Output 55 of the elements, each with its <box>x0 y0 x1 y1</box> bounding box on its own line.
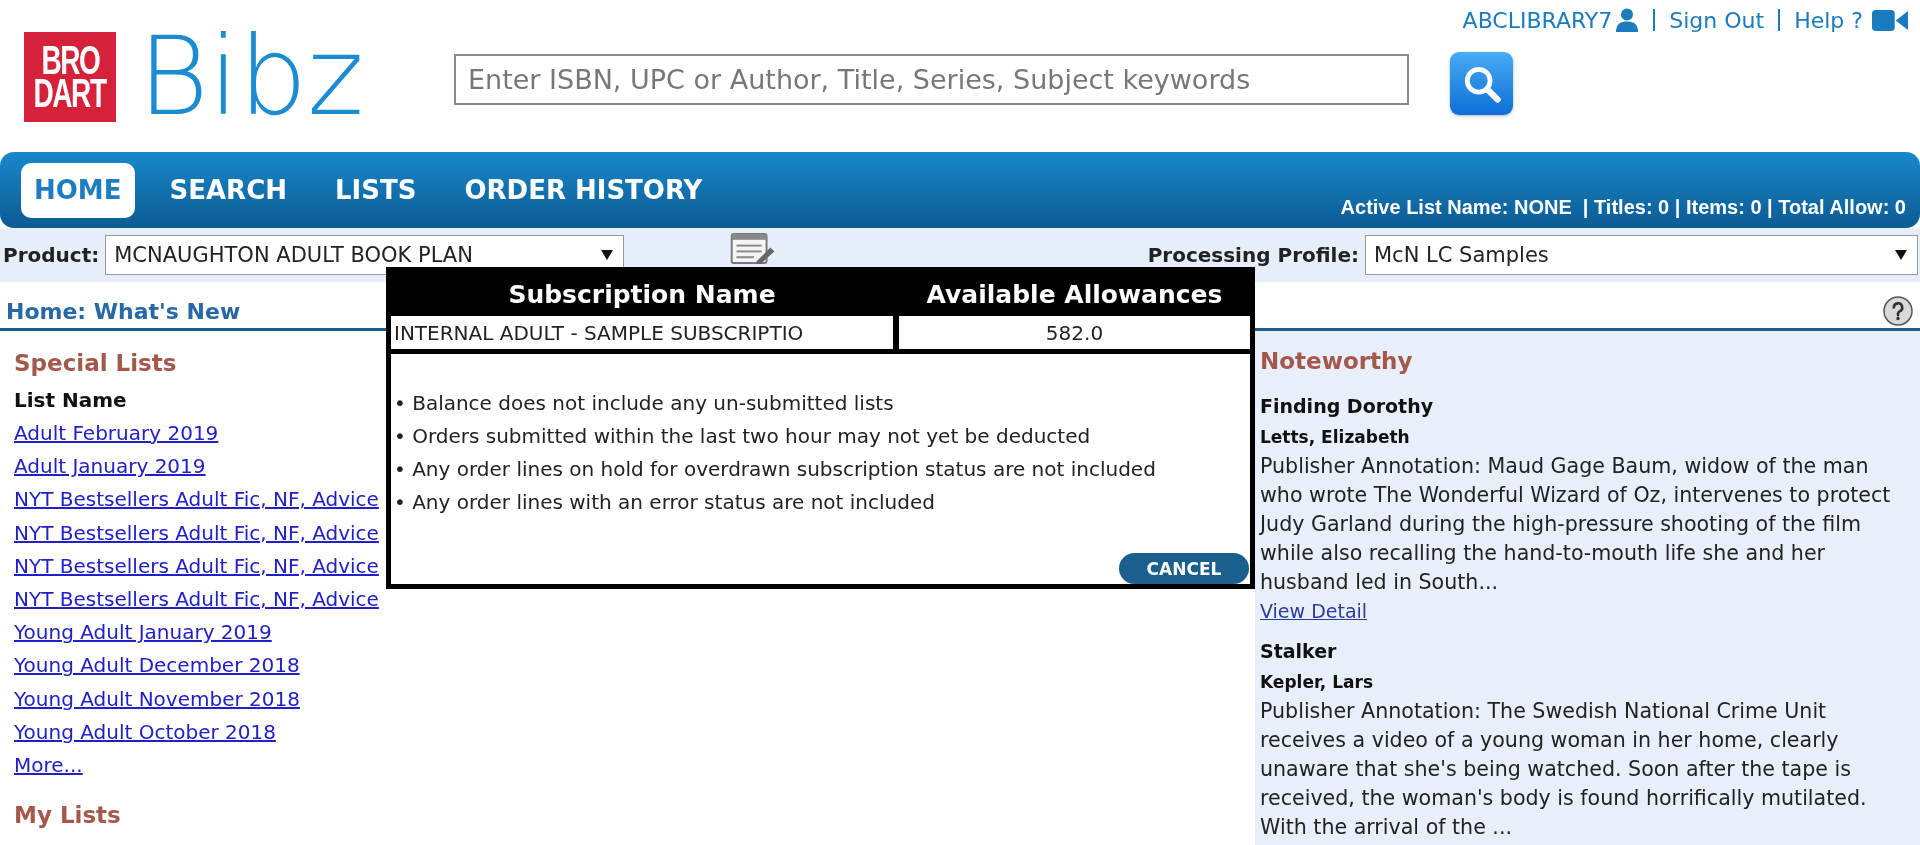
book-title: Finding Dorothy <box>1260 394 1434 419</box>
active-list-summary: Active List Name: NONE | Titles: 0 | Items: 0 | Total Allow: 0 <box>1340 196 1906 219</box>
cancel-button[interactable]: CANCEL <box>1119 553 1249 584</box>
list-link[interactable]: Young Adult December 2018 <box>14 649 300 683</box>
notepad-icon[interactable] <box>730 233 777 264</box>
view-detail-link[interactable]: View Detail <box>1260 597 1368 626</box>
note-text: • Any order lines with an error status are not included <box>394 489 935 516</box>
table-cell: 582.0 <box>899 316 1250 349</box>
list-link[interactable]: NYT Bestsellers Adult Fic, NF, Advice <box>14 583 379 617</box>
annotation-text: Publisher Annotation: The Swedish National Crime Unit receives a video of a young woman in her home, clearly unaware that she's being watched. Soon after the tape is received, the woman's body is found horrifically mutilated. With the arrival of the ... <box>1260 698 1868 841</box>
note-text: • Orders submitted within the last two hour may not yet be deducted <box>394 423 1091 450</box>
section-title: Special Lists <box>14 349 177 378</box>
note-text: • Balance does not include any un-submitted lists <box>394 390 894 417</box>
section-title: My Lists <box>14 801 121 831</box>
book-title: Stalker <box>1260 639 1337 664</box>
caret-icon <box>1895 250 1907 260</box>
search-icon <box>1462 64 1501 103</box>
list-link[interactable]: Young Adult October 2018 <box>14 715 276 750</box>
nav-tab[interactable]: LISTS <box>322 163 430 218</box>
note-text: • Any order lines on hold for overdrawn subscription status are not included <box>394 456 1156 483</box>
person-icon <box>1615 8 1640 32</box>
sign-out-link[interactable]: Sign Out <box>1669 7 1765 33</box>
logo-mark: BRO DART <box>24 32 116 122</box>
help-link[interactable]: Help ? <box>1794 7 1908 33</box>
column-header: List Name <box>14 387 127 414</box>
nav-tab[interactable]: HOME <box>21 163 135 218</box>
annotation-text: Publisher Annotation: Maud Gage Baum, widow of the man who wrote The Wonderful Wizard of Oz, intervenes to protect Judy Garland during the high-pressure shooting of the film while also recalling the hand-to-mouth life she and her husband led in South... <box>1260 453 1892 596</box>
list-link[interactable]: NYT Bestsellers Adult Fic, NF, Advice <box>14 549 379 583</box>
help-icon[interactable] <box>1883 296 1913 326</box>
list-link[interactable]: Young Adult November 2018 <box>14 682 300 716</box>
nav-tab[interactable]: SEARCH <box>156 163 300 218</box>
processing-profile-select[interactable]: McN LC Samples <box>1365 235 1918 275</box>
page-title: Home: What's New <box>6 298 241 324</box>
section-title: Noteworthy <box>1260 347 1413 376</box>
more-link[interactable]: More... <box>14 749 83 783</box>
list-link[interactable]: NYT Bestsellers Adult Fic, NF, Advice <box>14 483 379 517</box>
list-link[interactable]: Adult February 2019 <box>14 417 219 451</box>
search-field[interactable]: Enter ISBN, UPC or Author, Title, Series, Subject keywords <box>454 54 1409 105</box>
list-link[interactable]: NYT Bestsellers Adult Fic, NF, Advice <box>14 516 379 550</box>
account-link[interactable]: ABCLIBRARY7 <box>1462 7 1640 33</box>
list-link[interactable]: Adult January 2019 <box>14 450 206 484</box>
field-label: Processing Profile: <box>1147 243 1359 267</box>
caret-icon <box>601 250 614 260</box>
list-link[interactable]: Young Adult January 2019 <box>14 616 272 650</box>
search-button[interactable] <box>1450 52 1513 115</box>
book-author: Letts, Elizabeth <box>1260 426 1410 449</box>
nav-tab[interactable]: ORDER HISTORY <box>451 163 716 218</box>
column-header: Subscription Name <box>508 279 776 309</box>
table-cell: INTERNAL ADULT - SAMPLE SUBSCRIPTIO <box>391 316 893 349</box>
book-author: Kepler, Lars <box>1260 671 1373 694</box>
field-label: Product: <box>3 243 100 267</box>
logo-wordmark: Bibz <box>138 31 364 123</box>
column-header: Available Allowances <box>926 279 1223 309</box>
product-select[interactable]: MCNAUGHTON ADULT BOOK PLAN <box>105 235 625 275</box>
video-camera-icon <box>1872 7 1908 33</box>
